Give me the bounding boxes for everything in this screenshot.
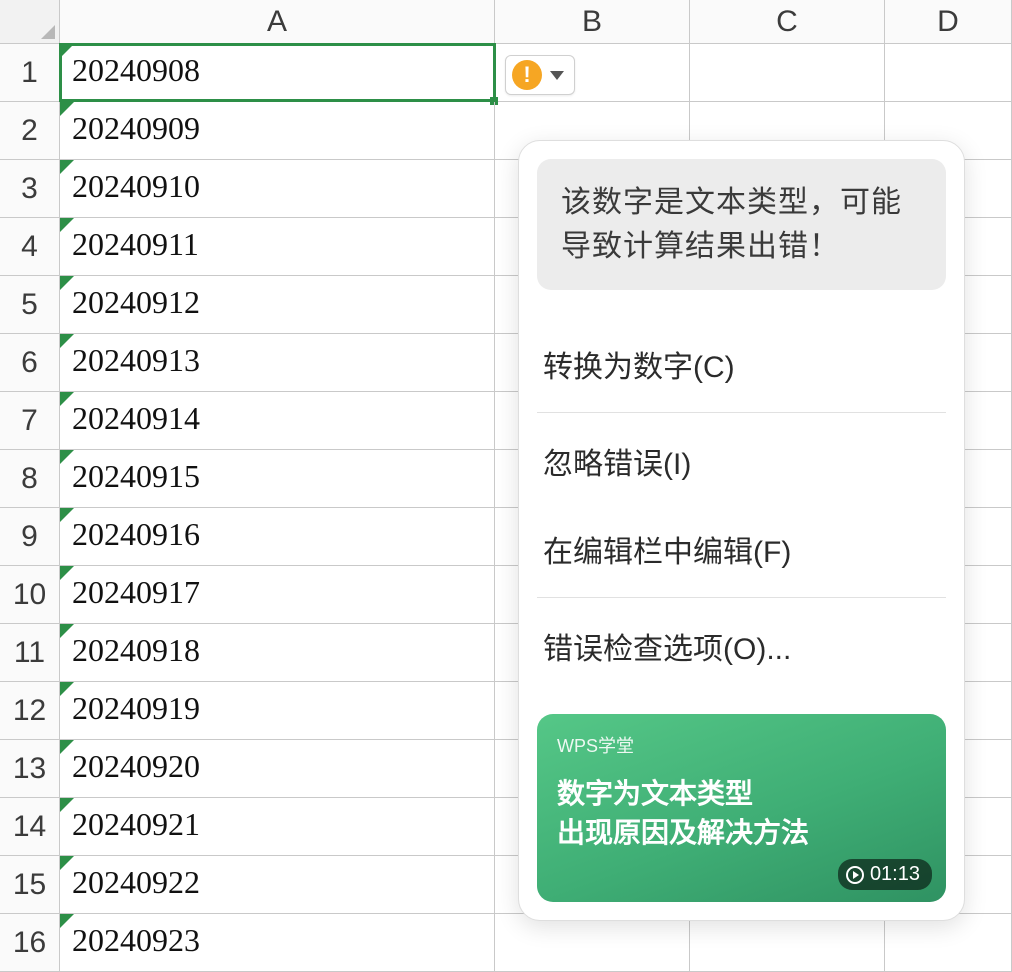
help-video-card[interactable]: WPS学堂 数字为文本类型 出现原因及解决方法 01:13 — [537, 714, 946, 902]
warning-icon: ! — [512, 60, 542, 90]
cell-A16[interactable]: 20240923 — [60, 914, 495, 971]
cell-value: 20240922 — [72, 864, 200, 900]
cell-A13[interactable]: 20240920 — [60, 740, 495, 797]
cell-A3[interactable]: 20240910 — [60, 160, 495, 217]
spreadsheet: A B C D 1 20240908 2 20240909 3 20240910 4 2024… — [0, 0, 1012, 972]
row-header[interactable]: 3 — [0, 160, 60, 217]
row-header[interactable]: 11 — [0, 624, 60, 681]
text-number-error-icon — [60, 392, 74, 406]
row-header[interactable]: 7 — [0, 392, 60, 449]
cell-value: 20240916 — [72, 516, 200, 552]
menu-separator — [537, 597, 946, 598]
cell-D16[interactable] — [885, 914, 1012, 971]
row-header[interactable]: 6 — [0, 334, 60, 391]
cell-value: 20240911 — [72, 226, 199, 262]
text-number-error-icon — [60, 682, 74, 696]
cell-value: 20240914 — [72, 400, 200, 436]
cell-A1[interactable]: 20240908 — [60, 44, 495, 101]
row-header[interactable]: 13 — [0, 740, 60, 797]
row-header[interactable]: 4 — [0, 218, 60, 275]
cell-A11[interactable]: 20240918 — [60, 624, 495, 681]
text-number-error-icon — [60, 914, 74, 928]
row-header[interactable]: 10 — [0, 566, 60, 623]
row-header[interactable]: 5 — [0, 276, 60, 333]
cell-value: 20240912 — [72, 284, 200, 320]
cell-value: 20240908 — [72, 52, 200, 88]
cell-A7[interactable]: 20240914 — [60, 392, 495, 449]
video-title: 数字为文本类型 出现原因及解决方法 — [557, 774, 926, 852]
video-brand-label: WPS学堂 — [557, 732, 926, 758]
text-number-error-icon — [60, 508, 74, 522]
error-indicator-button[interactable]: ! — [505, 55, 575, 95]
text-number-error-icon — [60, 856, 74, 870]
cell-value: 20240920 — [72, 748, 200, 784]
video-title-line2: 出现原因及解决方法 — [557, 813, 926, 852]
text-number-error-icon — [60, 334, 74, 348]
row-header[interactable]: 14 — [0, 798, 60, 855]
cell-value: 20240918 — [72, 632, 200, 668]
chevron-down-icon — [550, 71, 564, 80]
video-duration-badge: 01:13 — [838, 859, 932, 890]
column-header-A[interactable]: A — [60, 0, 495, 43]
error-tip-text: 该数字是文本类型，可能导致计算结果出错！ — [537, 159, 946, 290]
text-number-error-icon — [60, 160, 74, 174]
menu-error-check-options[interactable]: 错误检查选项(O)... — [537, 602, 946, 690]
cell-C16[interactable] — [690, 914, 885, 971]
row-header[interactable]: 12 — [0, 682, 60, 739]
row-header[interactable]: 8 — [0, 450, 60, 507]
video-title-line1: 数字为文本类型 — [557, 774, 926, 813]
table-row: 16 20240923 — [0, 914, 1012, 972]
cell-value: 20240915 — [72, 458, 200, 494]
select-all-corner[interactable] — [0, 0, 60, 43]
cell-A14[interactable]: 20240921 — [60, 798, 495, 855]
column-header-B[interactable]: B — [495, 0, 690, 43]
row-header[interactable]: 15 — [0, 856, 60, 913]
text-number-error-icon — [60, 450, 74, 464]
text-number-error-icon — [60, 102, 74, 116]
cell-C1[interactable] — [690, 44, 885, 101]
cell-value: 20240921 — [72, 806, 200, 842]
row-header[interactable]: 2 — [0, 102, 60, 159]
cell-value: 20240923 — [72, 922, 200, 958]
menu-convert-to-number[interactable]: 转换为数字(C) — [537, 320, 946, 408]
row-header[interactable]: 16 — [0, 914, 60, 971]
text-number-error-icon — [60, 276, 74, 290]
menu-separator — [537, 412, 946, 413]
cell-value: 20240909 — [72, 110, 200, 146]
cell-A8[interactable]: 20240915 — [60, 450, 495, 507]
cell-value: 20240913 — [72, 342, 200, 378]
cell-value: 20240917 — [72, 574, 200, 610]
cell-A2[interactable]: 20240909 — [60, 102, 495, 159]
cell-A4[interactable]: 20240911 — [60, 218, 495, 275]
text-number-error-icon — [60, 740, 74, 754]
video-duration-text: 01:13 — [870, 863, 920, 886]
text-number-error-icon — [60, 624, 74, 638]
error-context-menu: 该数字是文本类型，可能导致计算结果出错！ 转换为数字(C) 忽略错误(I) 在编… — [518, 140, 965, 921]
text-number-error-icon — [60, 566, 74, 580]
cell-B16[interactable] — [495, 914, 690, 971]
row-header[interactable]: 9 — [0, 508, 60, 565]
menu-edit-in-formula-bar[interactable]: 在编辑栏中编辑(F) — [537, 505, 946, 593]
cell-A6[interactable]: 20240913 — [60, 334, 495, 391]
column-header-C[interactable]: C — [690, 0, 885, 43]
menu-ignore-error[interactable]: 忽略错误(I) — [537, 417, 946, 505]
cell-value: 20240919 — [72, 690, 200, 726]
cell-D1[interactable] — [885, 44, 1012, 101]
column-header-row: A B C D — [0, 0, 1012, 44]
cell-A9[interactable]: 20240916 — [60, 508, 495, 565]
text-number-error-icon — [60, 218, 74, 232]
cell-A15[interactable]: 20240922 — [60, 856, 495, 913]
cell-A10[interactable]: 20240917 — [60, 566, 495, 623]
cell-A5[interactable]: 20240912 — [60, 276, 495, 333]
row-header[interactable]: 1 — [0, 44, 60, 101]
text-number-error-icon — [60, 798, 74, 812]
play-icon — [846, 866, 864, 884]
cell-A12[interactable]: 20240919 — [60, 682, 495, 739]
column-header-D[interactable]: D — [885, 0, 1012, 43]
text-number-error-icon — [60, 44, 74, 58]
cell-value: 20240910 — [72, 168, 200, 204]
